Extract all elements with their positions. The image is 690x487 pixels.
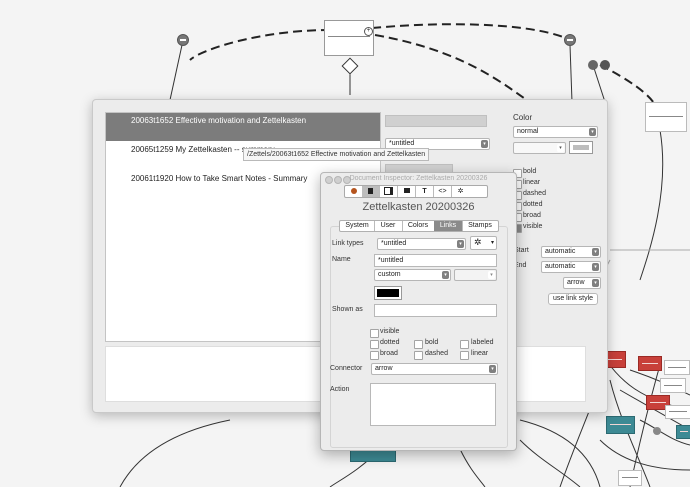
color-popup[interactable]: normal ▾: [513, 126, 598, 138]
labeled-label: labeled: [471, 339, 494, 346]
tab-user[interactable]: User: [374, 221, 403, 231]
start-value: automatic: [545, 248, 576, 255]
bold-checkbox[interactable]: [414, 340, 423, 349]
broad-checkbox[interactable]: [370, 351, 379, 360]
dotted-label: dotted: [523, 201, 543, 208]
info-icon[interactable]: [600, 60, 610, 70]
link-action-menu[interactable]: ✲ ▾: [470, 236, 497, 250]
map-node[interactable]: [324, 20, 374, 56]
close-link-icon[interactable]: [588, 60, 598, 70]
map-node[interactable]: [638, 356, 662, 371]
chevron-down-icon: ▾: [592, 263, 599, 271]
chevron-down-icon: ▾: [457, 240, 464, 248]
end-value: automatic: [545, 263, 576, 270]
visible-label: visible: [523, 223, 543, 230]
arrow-value: arrow: [567, 279, 585, 286]
map-node[interactable]: [665, 405, 690, 419]
dashed-checkbox[interactable]: [414, 351, 423, 360]
collapse-icon[interactable]: [564, 34, 576, 46]
link-types-label: Link types: [332, 240, 364, 247]
linear-checkbox[interactable]: [460, 351, 469, 360]
visible-label: visible: [380, 328, 400, 335]
tab-colors[interactable]: Colors: [402, 221, 435, 231]
map-node[interactable]: [618, 470, 642, 486]
collapse-icon[interactable]: [653, 427, 661, 435]
chevron-down-icon: ▾: [592, 248, 599, 256]
chevron-down-icon: ▾: [557, 144, 564, 152]
dashed-label: dashed: [425, 350, 448, 357]
bold-label: bold: [523, 168, 537, 175]
list-item[interactable]: 20063t1652 Effective motivation and Zett…: [106, 113, 380, 141]
dotted-checkbox[interactable]: [370, 340, 379, 349]
code-icon[interactable]: <>: [434, 186, 452, 197]
color-swatch[interactable]: [569, 141, 593, 154]
inspector-toolbar: T <> ✲: [344, 185, 488, 198]
dashed-label: dashed: [523, 190, 546, 197]
action-label: Action: [330, 386, 350, 393]
chevron-down-icon: ▾: [481, 140, 488, 148]
chevron-down-icon: ▾: [442, 271, 449, 279]
gear-icon: ✲: [474, 237, 482, 247]
link-types-value: *untitled: [381, 240, 407, 247]
style-secondary-popup: ▾: [454, 269, 497, 281]
bold-label: bold: [425, 339, 439, 346]
connector-value: arrow: [375, 365, 393, 372]
start-popup[interactable]: automatic ▾: [541, 246, 601, 258]
map-node[interactable]: [676, 425, 690, 439]
page-corner-icon[interactable]: [380, 186, 398, 197]
broad-label: broad: [380, 350, 398, 357]
connector-popup[interactable]: arrow ▾: [371, 363, 498, 375]
gear-icon[interactable]: ✲: [452, 186, 469, 197]
collapse-icon[interactable]: [177, 34, 189, 46]
document-inspector: Document Inspector: Zettelkasten 2020032…: [320, 172, 517, 451]
chevron-down-icon: ▾: [489, 365, 496, 373]
name-field[interactable]: [385, 115, 487, 127]
link-type-value: *untitled: [389, 140, 415, 147]
name-field[interactable]: *untitled: [374, 254, 497, 267]
map-node[interactable]: [606, 416, 635, 434]
window-icon[interactable]: [398, 186, 416, 197]
labeled-checkbox[interactable]: [460, 340, 469, 349]
link-types-popup[interactable]: *untitled ▾: [377, 238, 466, 250]
visible-checkbox[interactable]: [370, 329, 379, 338]
shown-as-field[interactable]: [374, 304, 497, 317]
bomb-icon[interactable]: [345, 186, 363, 197]
color-combo[interactable]: ▾: [513, 142, 566, 154]
map-node[interactable]: [660, 378, 686, 393]
linear-label: linear: [523, 179, 541, 186]
document-icon[interactable]: [362, 186, 380, 197]
chevron-down-icon: ▾: [490, 240, 494, 246]
inspector-tabs: System User Colors Links Stamps: [339, 220, 499, 232]
broad-label: broad: [523, 212, 541, 219]
add-node-icon[interactable]: +: [364, 27, 373, 36]
style-value: custom: [378, 271, 401, 278]
connector-label: Connector: [330, 365, 363, 372]
link-color-swatch[interactable]: [374, 286, 402, 300]
action-textarea[interactable]: [370, 383, 496, 426]
map-node[interactable]: [664, 360, 690, 375]
style-popup[interactable]: custom ▾: [374, 269, 451, 281]
color-label: Color: [513, 113, 533, 122]
chevron-down-icon: ▾: [589, 128, 596, 136]
tab-system[interactable]: System: [340, 221, 375, 231]
chevron-down-icon: ▾: [592, 279, 599, 287]
path-tooltip: /Zettels/20063t1652 Effective motivation…: [243, 148, 430, 161]
window-title: Document Inspector: Zettelkasten 2020032…: [349, 175, 488, 182]
use-link-style-button[interactable]: use link style: [548, 293, 598, 305]
chevron-down-icon: ▾: [488, 271, 495, 279]
document-name: Zettelkasten 20200326: [362, 201, 475, 213]
map-node[interactable]: [645, 102, 687, 132]
color-value: normal: [517, 128, 539, 135]
end-popup[interactable]: automatic ▾: [541, 261, 601, 273]
linear-label: linear: [471, 350, 489, 357]
tab-links[interactable]: Links: [434, 221, 463, 231]
tab-stamps[interactable]: Stamps: [462, 221, 498, 231]
text-icon[interactable]: T: [416, 186, 434, 197]
arrow-popup[interactable]: arrow ▾: [563, 277, 601, 289]
dotted-label: dotted: [380, 339, 400, 346]
shown-as-label: Shown as: [332, 306, 363, 313]
name-label: Name: [332, 256, 351, 263]
